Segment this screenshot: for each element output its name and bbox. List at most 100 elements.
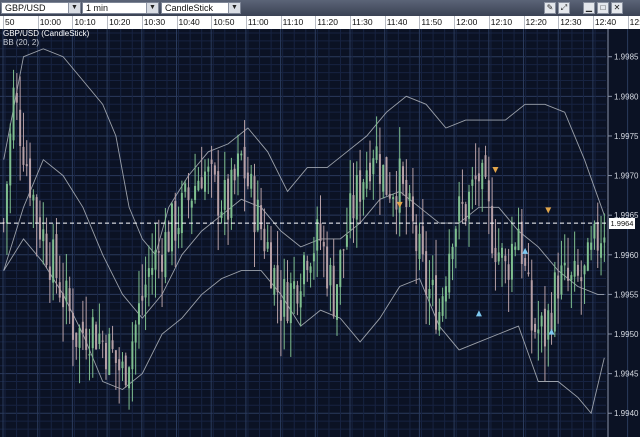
candle-down [118,359,121,371]
candle-down [484,155,487,177]
candle-down [378,154,381,184]
candle-up [514,246,517,250]
candle-down [15,93,18,103]
candle-down [543,308,546,347]
candle-down [296,285,299,304]
candle-down [95,324,98,350]
candle-up [408,193,411,201]
symbol-select[interactable]: GBP/USD ▼ [1,2,81,14]
candle-down [474,175,477,180]
candle-down [557,275,560,299]
candle-up [345,234,348,247]
candle-up [220,211,223,218]
zoom-fit-icon[interactable]: ⤢ [558,2,570,14]
candle-down [85,328,88,351]
time-tick-mark [627,16,629,29]
chart-toolbar: GBP/USD ▼ 1 min ▼ CandleStick ▼ ✎ ⤢ ▁ □ … [0,0,640,17]
candle-down [464,204,467,222]
candle-up [42,229,45,242]
time-axis: 50 10:00 10:10 10:20 10:30 10:40 10:50 11:00 11:… [0,16,640,30]
candle-up [570,275,573,281]
close-icon[interactable]: ✕ [611,2,623,14]
candle-up [392,197,395,200]
time-tick-mark [176,16,178,29]
candle-down [524,258,527,266]
candle-down [210,159,213,165]
maximize-icon[interactable]: □ [597,2,609,14]
candle-up [52,239,55,283]
candle-up [553,272,556,332]
candle-up [170,203,173,252]
candle-up [444,286,447,302]
chart-style-select-value: CandleStick [165,3,214,13]
candle-down [425,251,428,296]
candle-up [299,291,302,308]
candle-up [438,311,441,331]
candle-down [359,170,362,202]
candle-up [223,179,226,210]
time-tick-mark [107,16,109,29]
candle-up [471,179,474,186]
candle-up [32,194,35,201]
candle-down [174,201,177,241]
chart-style-select[interactable]: CandleStick ▼ [161,2,241,14]
time-tick-mark [488,16,490,29]
minimize-icon[interactable]: ▁ [583,2,595,14]
candle-down [260,205,263,230]
chevron-down-icon[interactable]: ▼ [146,3,158,13]
time-tick-label: 12:00 [456,17,478,27]
price-tick-label: 1.9980 [614,92,639,101]
candle-up [573,260,576,277]
candle-down [415,225,418,252]
candle-up [197,180,200,191]
candle-down [369,162,372,182]
candle-up [547,310,550,340]
candle-up [362,182,365,200]
candle-up [293,281,296,289]
candle-up [180,192,183,234]
candle-up [9,133,12,186]
candle-down [520,221,523,264]
time-tick-label: 10:40 [178,17,200,27]
candle-up [517,228,520,251]
candle-up [289,283,292,324]
candle-up [428,289,431,299]
time-tick-label: 10:50 [213,17,235,27]
pen-icon[interactable]: ✎ [544,2,556,14]
candle-down [233,168,236,181]
price-chart[interactable]: 1.99851.99801.99751.99701.99651.99601.99… [0,29,640,437]
candle-up [134,324,137,343]
candle-up [98,333,101,344]
candle-down [332,265,335,317]
candle-up [250,173,253,189]
candle-down [124,355,127,386]
candle-up [510,243,513,280]
candle-up [131,341,134,370]
candle-up [586,242,589,271]
candle-down [504,255,507,262]
candle-up [339,250,342,288]
chevron-down-icon[interactable]: ▼ [228,3,240,13]
candle-up [563,262,566,266]
candle-down [276,265,279,293]
candle-up [154,250,157,270]
candle-up [316,219,319,251]
candle-up [184,183,187,192]
candle-down [395,196,398,210]
candle-down [71,312,74,340]
candle-up [240,153,243,156]
candle-down [279,300,282,321]
candle-up [266,242,269,249]
time-tick-mark [558,16,560,29]
price-tick-label: 1.9945 [614,370,639,379]
interval-select[interactable]: 1 min ▼ [82,2,159,14]
interval-select-value: 1 min [86,3,109,13]
candle-up [441,296,444,316]
candle-down [38,217,41,240]
candle-up [303,255,305,285]
chevron-down-icon[interactable]: ▼ [68,3,80,13]
candle-down [55,234,58,278]
candle-down [114,350,117,363]
time-tick-mark [523,16,525,29]
time-tick-label: 11:00 [247,17,269,27]
